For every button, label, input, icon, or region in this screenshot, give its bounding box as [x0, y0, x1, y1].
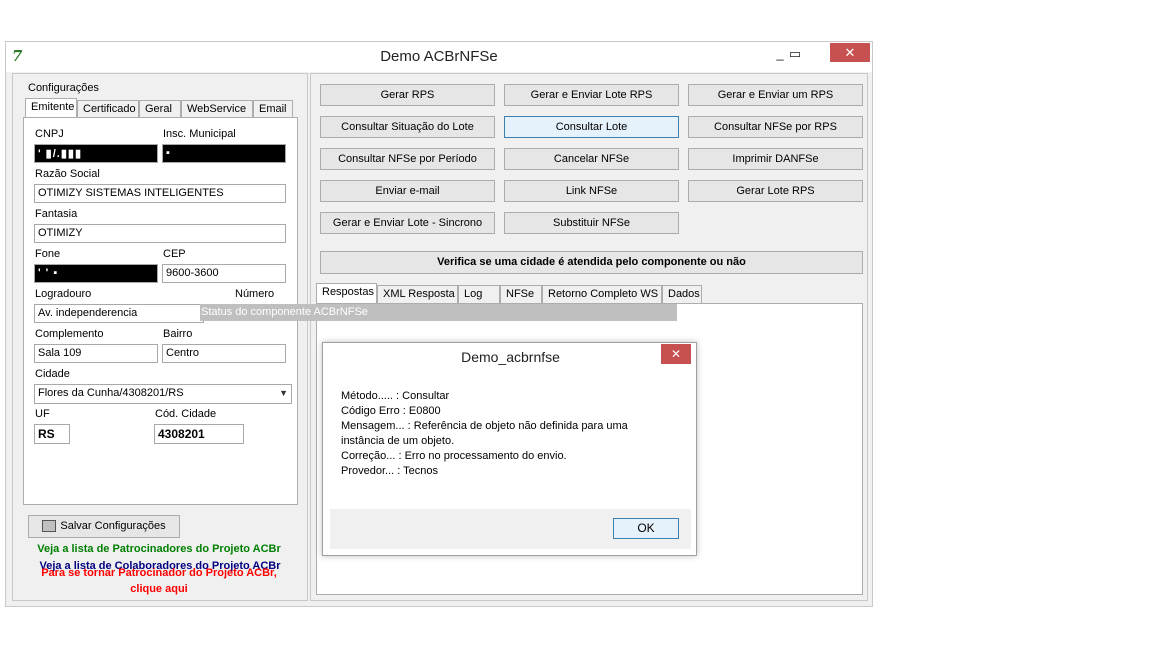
config-panel: Configurações Emitente Certificado Geral… — [12, 73, 308, 601]
tab-retorno-completo-ws[interactable]: Retorno Completo WS — [542, 285, 662, 303]
tab-geral[interactable]: Geral — [139, 100, 181, 118]
gerar-lote-rps-button[interactable]: Gerar Lote RPS — [688, 180, 863, 202]
config-group-label: Configurações — [28, 82, 99, 94]
close-button[interactable]: ✕ — [830, 43, 870, 62]
ok-button[interactable]: OK — [613, 518, 679, 539]
cep-field[interactable]: 9600-3600 — [162, 264, 286, 283]
window-title: Demo ACBrNFSe — [380, 48, 498, 65]
consultar-lote-button[interactable]: Consultar Lote — [504, 116, 679, 138]
gerar-rps-button[interactable]: Gerar RPS — [320, 84, 495, 106]
substituir-nfse-button[interactable]: Substituir NFSe — [504, 212, 679, 234]
status-bar: Status do componente ACBrNFSe — [200, 304, 677, 321]
dialog-message-area: Método..... : Consultar Código Erro : E0… — [330, 371, 691, 509]
complemento-label: Complemento — [35, 328, 104, 340]
message-line: instância de um objeto. — [341, 435, 455, 447]
tab-certificado[interactable]: Certificado — [77, 100, 139, 118]
tab-respostas[interactable]: Respostas — [316, 283, 377, 303]
consultar-nfse-periodo-button[interactable]: Consultar NFSe por Período — [320, 148, 495, 170]
cidade-value: Flores da Cunha/4308201/RS — [38, 387, 184, 399]
fone-label: Fone — [35, 248, 61, 260]
tornar-patrocinador-link-line2[interactable]: clique aqui — [12, 583, 306, 595]
bairro-field[interactable]: Centro — [162, 344, 286, 363]
cidade-select[interactable]: Flores da Cunha/4308201/RS ▼ — [34, 384, 292, 404]
maximize-button[interactable]: ▭ — [781, 44, 809, 64]
gerar-enviar-lote-rps-button[interactable]: Gerar e Enviar Lote RPS — [504, 84, 679, 106]
tab-dados[interactable]: Dados — [662, 285, 702, 303]
imprimir-danfse-button[interactable]: Imprimir DANFSe — [688, 148, 863, 170]
tab-xml-resposta[interactable]: XML Resposta — [377, 285, 458, 303]
verifica-cidade-button[interactable]: Verifica se uma cidade é atendida pelo c… — [320, 251, 863, 274]
gerar-enviar-lote-sincrono-button[interactable]: Gerar e Enviar Lote - Sincrono — [320, 212, 495, 234]
cep-label: CEP — [163, 248, 186, 260]
tab-email[interactable]: Email — [253, 100, 293, 118]
fone-field[interactable]: ' ' ▪ — [34, 264, 158, 283]
title-bar: 7 Demo ACBrNFSe _ ▭ ✕ — [6, 42, 872, 72]
message-line: Código Erro : E0800 — [341, 405, 441, 417]
bairro-label: Bairro — [163, 328, 193, 340]
razao-field[interactable]: OTIMIZY SISTEMAS INTELIGENTES — [34, 184, 286, 203]
tab-webservice[interactable]: WebService — [181, 100, 253, 118]
message-line: Correção... : Erro no processamento do e… — [341, 450, 567, 462]
fantasia-label: Fantasia — [35, 208, 78, 220]
cnpj-label: CNPJ — [35, 128, 64, 140]
tab-nfse[interactable]: NFSe — [500, 285, 542, 303]
consultar-nfse-rps-button[interactable]: Consultar NFSe por RPS — [688, 116, 863, 138]
tab-emitente[interactable]: Emitente — [25, 98, 77, 118]
codcidade-field[interactable]: 4308201 — [154, 424, 244, 444]
dialog-close-button[interactable]: ✕ — [661, 344, 691, 364]
uf-field[interactable]: RS — [34, 424, 70, 444]
logradouro-field[interactable]: Av. independerencia — [34, 304, 204, 323]
message-dialog: Demo_acbrnfse ✕ Método..... : Consultar … — [322, 342, 697, 556]
im-label: Insc. Municipal — [163, 128, 236, 140]
cidade-label: Cidade — [35, 368, 70, 380]
message-line: Método..... : Consultar — [341, 390, 450, 402]
codcidade-label: Cód. Cidade — [155, 408, 217, 420]
uf-label: UF — [35, 408, 50, 420]
gerar-enviar-um-rps-button[interactable]: Gerar e Enviar um RPS — [688, 84, 863, 106]
consultar-situacao-lote-button[interactable]: Consultar Situação do Lote — [320, 116, 495, 138]
fantasia-field[interactable]: OTIMIZY — [34, 224, 286, 243]
chevron-down-icon[interactable]: ▼ — [279, 388, 288, 398]
cancelar-nfse-button[interactable]: Cancelar NFSe — [504, 148, 679, 170]
tornar-patrocinador-link-line1[interactable]: Para se tornar Patrocinador do Projeto A… — [12, 567, 306, 579]
save-config-button[interactable]: Salvar Configurações — [28, 515, 180, 538]
numero-label: Número — [235, 288, 275, 300]
patrocinadores-link[interactable]: Veja a lista de Patrocinadores do Projet… — [12, 543, 306, 555]
complemento-field[interactable]: Sala 109 — [34, 344, 158, 363]
message-line: Provedor... : Tecnos — [341, 465, 439, 477]
enviar-email-button[interactable]: Enviar e-mail — [320, 180, 495, 202]
tab-log[interactable]: Log — [458, 285, 500, 303]
cnpj-field[interactable]: ' ▮/.▮▮▮ — [34, 144, 158, 163]
dialog-body: Método..... : Consultar Código Erro : E0… — [330, 371, 691, 549]
logradouro-label: Logradouro — [35, 288, 92, 300]
save-config-label: Salvar Configurações — [60, 520, 166, 532]
dialog-title: Demo_acbrnfse — [461, 349, 560, 365]
message-line: Mensagem... : Referência de objeto não d… — [341, 420, 628, 432]
save-config-icon — [42, 520, 57, 533]
razao-label: Razão Social — [35, 168, 100, 180]
im-field[interactable]: ▪ — [162, 144, 286, 163]
link-nfse-button[interactable]: Link NFSe — [504, 180, 679, 202]
